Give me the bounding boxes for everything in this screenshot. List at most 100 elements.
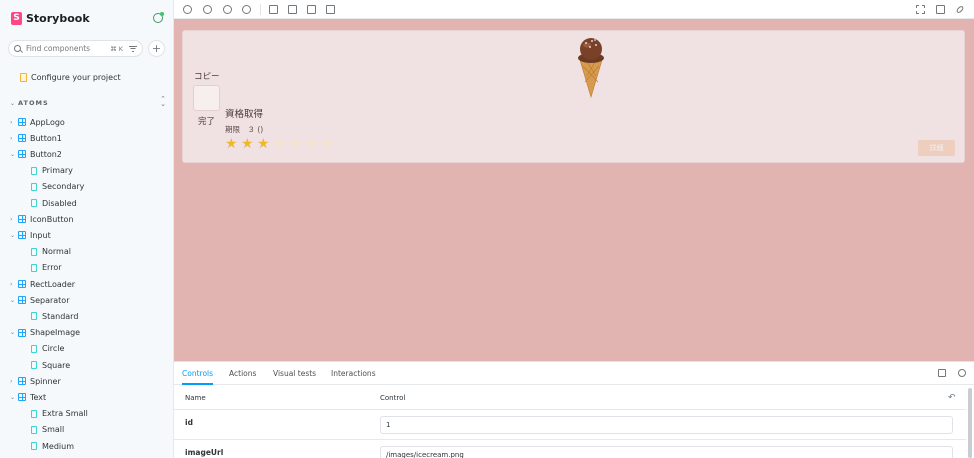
story-icon [31, 166, 37, 175]
component-icon [18, 150, 26, 159]
row-name: id [185, 418, 193, 427]
tab-controls[interactable]: Controls [182, 362, 214, 385]
configure-project-link[interactable]: Configure your project [20, 73, 121, 82]
sidebar-item-label: AppLogo [30, 117, 65, 127]
sidebar-item-error[interactable]: Error [31, 261, 62, 275]
sidebar-item-medium[interactable]: Medium [31, 439, 74, 453]
tab-visual-tests[interactable]: Visual tests [273, 362, 316, 385]
sidebar-item-circle[interactable]: Circle [31, 342, 64, 356]
brand[interactable]: S Storybook [11, 11, 90, 25]
configure-project-label: Configure your project [31, 73, 121, 82]
tab-actions[interactable]: Actions [229, 362, 256, 385]
sidebar-item-button2[interactable]: ⌄ Button2 [10, 147, 62, 161]
component-icon [18, 393, 26, 402]
component-icon [18, 215, 26, 224]
chevron-down-icon: ⌄ [10, 393, 16, 401]
story-icon [31, 442, 37, 450]
sidebar-item-text[interactable]: ⌄ Text [10, 390, 46, 404]
card-title: 資格取得 [225, 109, 264, 120]
zoom-out-icon[interactable] [223, 5, 232, 14]
viewport-icon[interactable] [307, 5, 316, 14]
controls-table-header: Name Control ↶ [174, 386, 966, 410]
chevron-right-icon: › [10, 215, 13, 223]
sidebar-item-input[interactable]: ⌄ Input [10, 228, 51, 242]
imageurl-input[interactable]: /images/icecream.png [380, 446, 953, 458]
chevron-down-icon: ⌄ [10, 99, 16, 107]
measure-icon[interactable] [326, 5, 335, 14]
sidebar-item-label: Standard [42, 311, 79, 321]
sidebar-item-primary[interactable]: Primary [31, 164, 73, 178]
sidebar-item-label: Square [42, 360, 71, 370]
sidebar-item-standard[interactable]: Standard [31, 309, 78, 323]
star-rating: ★ ★ ★ ★ ★ ★ ★ [225, 137, 337, 151]
add-button[interactable]: + [148, 40, 165, 57]
sidebar-item-label: IconButton [30, 214, 74, 224]
brand-name: Storybook [26, 11, 90, 25]
star-empty-icon: ★ [305, 136, 318, 152]
fullscreen-icon[interactable] [916, 5, 925, 14]
search-input[interactable]: Find components [26, 44, 110, 53]
component-icon [18, 296, 26, 305]
panel-layout-icon[interactable] [938, 369, 946, 377]
status-icon[interactable] [153, 12, 164, 23]
sidebar-item-label: Small [42, 425, 65, 435]
star-empty-icon: ★ [321, 136, 334, 152]
sidebar-item-extra-small[interactable]: Extra Small [31, 407, 88, 421]
story-icon [31, 247, 37, 256]
table-row: id 1 [174, 410, 966, 440]
table-row: imageUrl /images/icecream.png [174, 440, 966, 458]
copy-label: コピー [194, 72, 220, 82]
sidebar-item-square[interactable]: Square [31, 358, 70, 372]
toolbar-divider [260, 4, 261, 15]
filter-icon[interactable] [129, 45, 137, 52]
component-icon [18, 377, 26, 386]
sidebar-item-rectloader[interactable]: › RectLoader [10, 277, 75, 291]
sidebar-item-spinner[interactable]: › Spinner [10, 374, 61, 388]
story-icon [31, 182, 37, 191]
scrollbar[interactable] [968, 388, 972, 458]
background-icon[interactable] [269, 5, 278, 14]
checkbox[interactable] [193, 85, 220, 111]
search-icon [14, 45, 21, 52]
search-field[interactable]: Find components ⌘ K [8, 40, 143, 57]
component-icon [18, 231, 26, 240]
reload-icon[interactable] [183, 5, 192, 14]
storybook-logo-icon: S [11, 11, 22, 25]
zoom-in-icon[interactable] [203, 5, 212, 14]
chevron-right-icon: › [10, 134, 13, 142]
detail-button[interactable]: 詳細 [918, 140, 955, 156]
open-new-tab-icon[interactable] [936, 5, 945, 14]
sidebar-item-disabled[interactable]: Disabled [31, 196, 77, 210]
sidebar-item-label: Spinner [30, 376, 61, 386]
column-control: Control [380, 394, 406, 402]
zoom-reset-icon[interactable] [242, 5, 251, 14]
sidebar-item-separator[interactable]: ⌄ Separator [10, 293, 70, 307]
close-icon[interactable] [958, 369, 966, 377]
sidebar-item-normal[interactable]: Normal [31, 245, 71, 259]
grid-icon[interactable] [288, 5, 297, 14]
sidebar-item-shapeimage[interactable]: ⌄ ShapeImage [10, 326, 80, 340]
id-input[interactable]: 1 [380, 416, 953, 434]
sidebar-item-applogo[interactable]: › AppLogo [10, 115, 65, 129]
addon-panel: Controls Actions Visual tests Interactio… [174, 361, 974, 458]
star-filled-icon: ★ [257, 136, 270, 152]
star-filled-icon: ★ [225, 136, 238, 152]
row-name: imageUrl [185, 448, 224, 457]
sidebar-item-label: Separator [30, 295, 70, 305]
sidebar-item-label: Circle [42, 344, 65, 354]
tab-interactions[interactable]: Interactions [331, 362, 376, 385]
sidebar-item-iconbutton[interactable]: › IconButton [10, 212, 74, 226]
expand-collapse-icon[interactable]: ⌃ ⌄ [160, 96, 166, 108]
sidebar-item-label: Extra Small [42, 409, 88, 419]
story-icon [31, 263, 37, 272]
sidebar-item-button1[interactable]: › Button1 [10, 131, 62, 145]
chevron-right-icon: › [10, 377, 13, 385]
sidebar-item-label: Text [30, 392, 47, 402]
sidebar-item-secondary[interactable]: Secondary [31, 180, 84, 194]
copy-link-icon[interactable] [955, 4, 965, 15]
reset-icon[interactable]: ↶ [948, 393, 956, 403]
section-atoms[interactable]: ⌄ ATOMS ⌃ ⌄ [10, 96, 166, 108]
sidebar-item-small[interactable]: Small [31, 423, 64, 437]
component-icon [18, 328, 26, 337]
icecream-image [578, 38, 604, 98]
